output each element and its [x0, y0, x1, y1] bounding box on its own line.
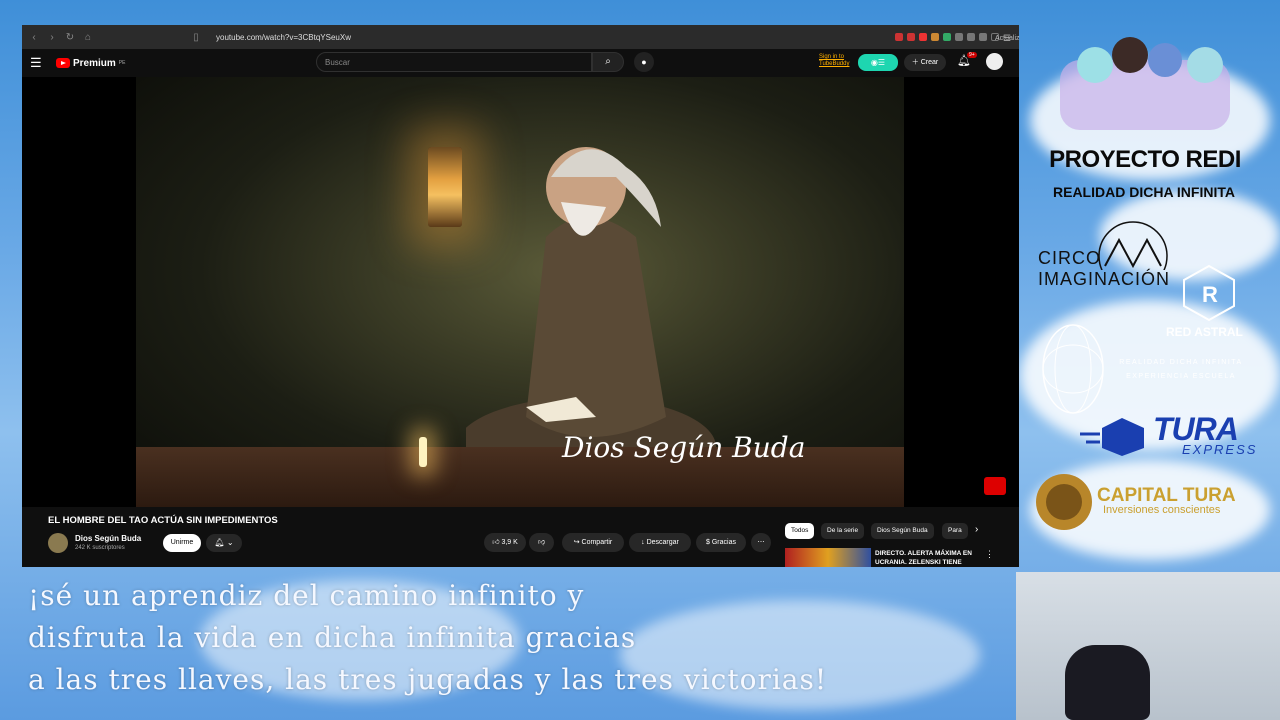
extension-icon[interactable] — [955, 33, 963, 41]
chip-for-you[interactable]: Para — [942, 523, 968, 539]
webcam-feed — [1016, 572, 1280, 720]
more-icon: ⋯ — [757, 539, 765, 546]
subscribe-watermark-icon[interactable] — [984, 477, 1006, 495]
create-button[interactable]: ＋ Crear — [904, 54, 946, 71]
dislike-button[interactable]: 👎︎ — [529, 533, 554, 552]
extension-icon[interactable] — [967, 33, 975, 41]
sphere-icon — [1042, 324, 1104, 414]
extension-icon[interactable] — [919, 33, 927, 41]
browser-toolbar: ‹ › ↻ ⌂ ▯ youtube.com/watch?v=3CBtqYSeuX… — [22, 25, 1019, 49]
thanks-button[interactable]: $ Gracias — [696, 533, 746, 552]
forward-icon[interactable]: › — [46, 32, 58, 43]
download-label: Descargar — [646, 539, 679, 546]
tura-express-label: EXPRESS — [1182, 442, 1258, 457]
women-illustration — [1060, 37, 1230, 130]
create-label: Crear — [920, 59, 939, 66]
chip-all[interactable]: Todos — [785, 523, 815, 539]
youtube-logo[interactable]: Premium PE — [56, 58, 125, 69]
chip-series[interactable]: De la serie — [821, 523, 865, 539]
bell-icon: 🔔︎ ⌄ — [214, 538, 234, 547]
share-label: Compartir — [581, 539, 613, 546]
svg-text:R: R — [1202, 282, 1218, 307]
red-astral-icon: R — [1183, 264, 1235, 322]
update-button[interactable]: Actualizar — [991, 33, 1019, 42]
candle-image — [419, 437, 427, 467]
chip-channel[interactable]: Dios Según Buda — [871, 523, 934, 539]
extension-icon[interactable] — [943, 33, 951, 41]
youtube-play-icon — [56, 58, 70, 68]
voice-search-button[interactable]: ● — [634, 52, 654, 72]
kebab-menu-icon[interactable]: ⋮ — [985, 549, 994, 560]
browser-window: ‹ › ↻ ⌂ ▯ youtube.com/watch?v=3CBtqYSeuX… — [22, 25, 1019, 567]
thumbs-down-icon: 👎︎ — [537, 539, 546, 546]
like-button[interactable]: 👍︎ 3,9 K — [484, 533, 526, 552]
redi-line: REALIDAD DICHA INFINITA — [1119, 359, 1243, 366]
panel-subtitle: REALIDAD DICHA INFINITA — [1053, 184, 1235, 200]
channel-avatar[interactable] — [48, 533, 68, 553]
video-title: EL HOMBRE DEL TAO ACTÚA SIN IMPEDIMENTOS — [48, 515, 278, 526]
bookmark-icon[interactable]: ▯ — [190, 32, 202, 43]
home-icon[interactable]: ⌂ — [82, 32, 94, 43]
menu-icon[interactable]: ☰ — [1003, 33, 1013, 43]
tura-cube-icon — [1080, 418, 1144, 456]
video-player[interactable]: Dios Según Buda — [22, 77, 1019, 507]
redi-school-label: REALIDAD DICHA INFINITA EXPERIENCIA ESCU… — [1113, 356, 1249, 384]
recommendation-thumbnail[interactable] — [785, 548, 871, 567]
subtitle-line: disfruta la vida en dicha infinita graci… — [28, 621, 637, 654]
signin-line: Sign in to — [819, 54, 845, 60]
search-input[interactable]: Buscar — [316, 52, 592, 72]
tubebuddy-signin-link[interactable]: Sign in to TubeBuddy — [819, 54, 849, 68]
tubebuddy-button[interactable]: ◉☰ — [858, 54, 898, 71]
gaming-chair-image — [1065, 645, 1150, 720]
subtitle-overlay: ¡sé un aprendiz del camino infinito y di… — [28, 575, 827, 701]
share-icon: ↪ — [573, 539, 582, 546]
logo-text: Premium — [73, 57, 116, 69]
download-button[interactable]: ↓ Descargar — [629, 533, 691, 552]
address-bar[interactable]: youtube.com/watch?v=3CBtqYSeuXw — [216, 33, 351, 42]
extension-icon[interactable] — [895, 33, 903, 41]
channel-watermark: Dios Según Buda — [562, 431, 806, 464]
signin-line: TubeBuddy — [819, 61, 850, 67]
reload-icon[interactable]: ↻ — [64, 32, 76, 43]
more-actions-button[interactable]: ⋯ — [751, 533, 771, 552]
back-icon[interactable]: ‹ — [28, 32, 40, 43]
circo-line: CIRCO — [1038, 248, 1101, 268]
extension-icon[interactable] — [931, 33, 939, 41]
logo-region: PE — [118, 60, 126, 66]
thanks-label: Gracias — [711, 539, 736, 546]
extension-icon[interactable] — [907, 33, 915, 41]
subtitle-line: ¡sé un aprendiz del camino infinito y — [28, 579, 585, 612]
share-button[interactable]: ↪ Compartir — [562, 533, 624, 552]
capital-tura-subtitle: Inversiones conscientes — [1103, 504, 1221, 516]
subscriber-count: 242 K suscriptores — [75, 545, 125, 551]
circo-line: IMAGINACIÓN — [1038, 269, 1171, 289]
like-count: 3,9 K — [501, 539, 518, 546]
subtitle-line: a las tres llaves, las tres jugadas y la… — [28, 663, 828, 696]
youtube-header: ☰ Premium PE Buscar ⌕ ● Sign in to TubeB… — [22, 49, 1019, 77]
panel-title: PROYECTO REDI — [1049, 146, 1241, 173]
extensions-bar: Actualizar ☰ — [895, 33, 1019, 43]
search-icon: ⌕ — [605, 56, 611, 67]
avatar[interactable] — [986, 53, 1003, 70]
hamburger-icon[interactable]: ☰ — [30, 55, 50, 71]
red-astral-label: RED ASTRAL — [1166, 325, 1243, 339]
lantern-image — [428, 147, 462, 227]
search-button[interactable]: ⌕ — [592, 52, 624, 72]
mic-icon: ● — [641, 57, 647, 67]
circo-logo: CIRCO IMAGINACIÓN — [1038, 248, 1170, 290]
recommendation-title[interactable]: DIRECTO. ALERTA MÁXIMA EN UCRANIA. ZELEN… — [875, 549, 985, 567]
channel-name[interactable]: Dios Según Buda — [75, 534, 141, 543]
tubebuddy-icon: ◉☰ — [870, 58, 886, 67]
jaguar-icon — [1036, 474, 1092, 530]
chevron-right-icon[interactable]: › — [975, 524, 978, 535]
join-button[interactable]: Unirme — [163, 534, 201, 552]
extension-icon[interactable] — [979, 33, 987, 41]
redi-line: EXPERIENCIA ESCUELA — [1126, 373, 1236, 380]
notifications-badge: 9+ — [967, 52, 977, 58]
subscription-bell-button[interactable]: 🔔︎ ⌄ — [206, 534, 242, 552]
